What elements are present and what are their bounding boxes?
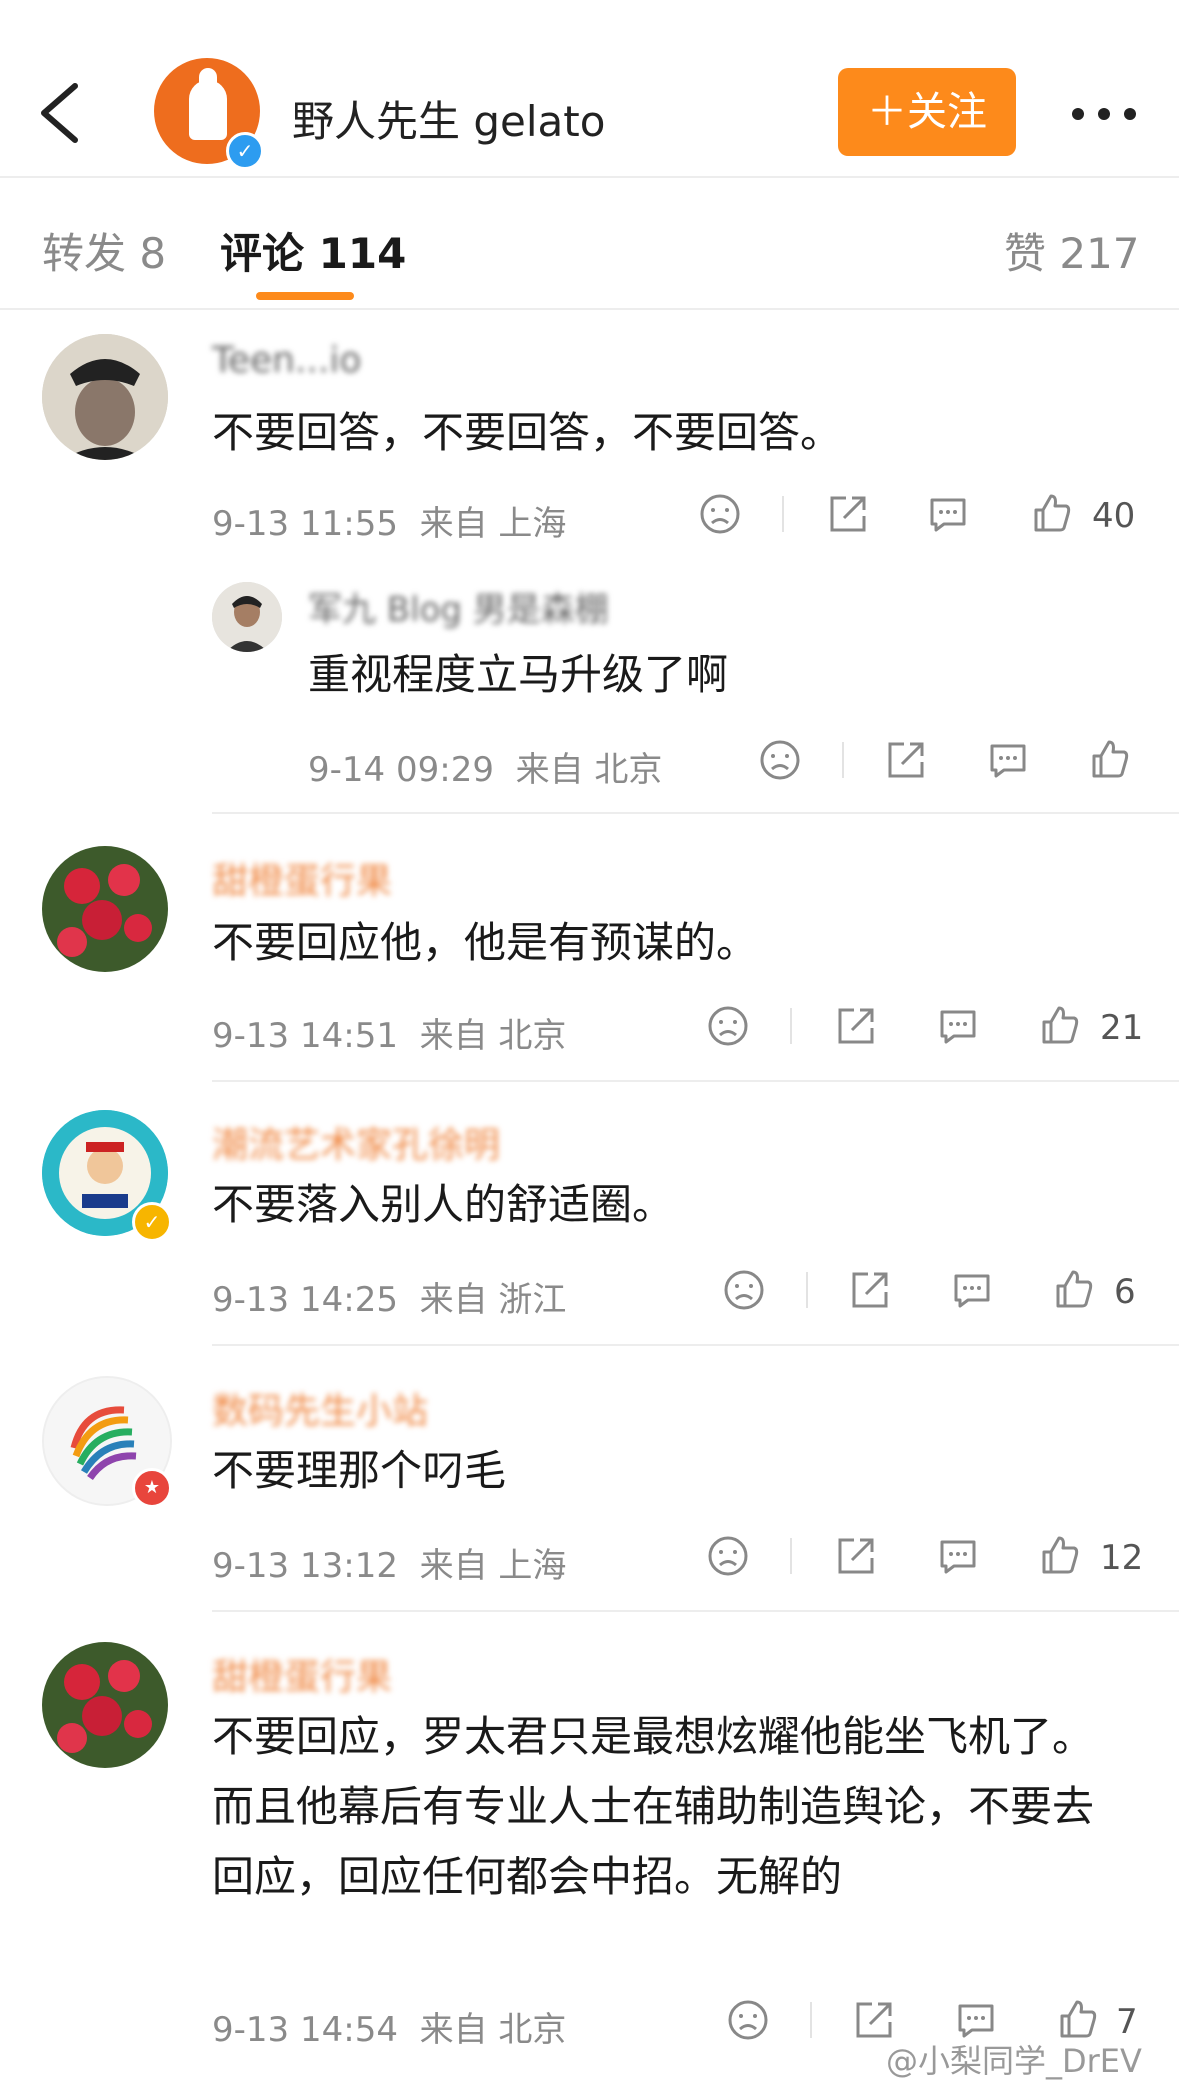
comment-actions: 40 bbox=[0, 492, 1179, 542]
reply-avatar[interactable] bbox=[212, 582, 282, 652]
divider bbox=[790, 1008, 792, 1044]
share-icon[interactable] bbox=[834, 1534, 878, 1578]
dislike-icon[interactable] bbox=[698, 492, 742, 536]
share-icon[interactable] bbox=[848, 1268, 892, 1312]
separator bbox=[212, 812, 1179, 814]
divider bbox=[782, 496, 784, 532]
more-options-icon[interactable] bbox=[1072, 108, 1172, 120]
commenter-avatar[interactable] bbox=[42, 334, 168, 460]
author-name[interactable]: 野人先生 gelato bbox=[292, 88, 605, 149]
reply-username[interactable]: 军九 Blog 男是森棚 bbox=[308, 582, 609, 631]
comment-text: 不要理那个叼毛 bbox=[212, 1446, 507, 1495]
share-icon[interactable] bbox=[826, 492, 870, 536]
dislike-icon[interactable] bbox=[726, 1998, 770, 2042]
separator bbox=[212, 1080, 1179, 1082]
top-bar: ✓ 野人先生 gelato ＋关注 bbox=[0, 0, 1179, 178]
star-badge-icon: ★ bbox=[132, 1468, 172, 1508]
divider bbox=[790, 1538, 792, 1574]
separator bbox=[212, 1610, 1179, 1612]
watermark-text: @小梨同学_DrEV bbox=[886, 2042, 1142, 2080]
comment-text: 不要落入别人的舒适圈。 bbox=[212, 1180, 675, 1229]
like-icon[interactable] bbox=[1030, 492, 1074, 536]
verified-badge-icon: ✓ bbox=[226, 132, 264, 170]
post-tabs: 转发 8 评论 114 赞 217 bbox=[0, 178, 1179, 310]
commenter-avatar[interactable] bbox=[42, 1642, 168, 1768]
verified-badge-icon: ✓ bbox=[132, 1202, 172, 1242]
like-count: 21 bbox=[1100, 1008, 1144, 1048]
commenter-name[interactable]: Teen...io bbox=[212, 340, 361, 381]
like-icon[interactable] bbox=[1088, 738, 1132, 782]
like-icon[interactable] bbox=[1038, 1004, 1082, 1048]
follow-button[interactable]: ＋关注 bbox=[838, 68, 1016, 156]
dislike-icon[interactable] bbox=[758, 738, 802, 782]
comment-icon[interactable] bbox=[950, 1268, 994, 1312]
like-icon[interactable] bbox=[1052, 1268, 1096, 1312]
commenter-name[interactable]: 数码先生小站 bbox=[212, 1382, 428, 1434]
tab-likes[interactable]: 赞 217 bbox=[1004, 220, 1140, 281]
dislike-icon[interactable] bbox=[722, 1268, 766, 1312]
separator bbox=[212, 1344, 1179, 1346]
reply-text: 重视程度立马升级了啊 bbox=[308, 650, 729, 699]
comment-icon[interactable] bbox=[926, 492, 970, 536]
comment-icon[interactable] bbox=[936, 1004, 980, 1048]
comment-text: 不要回答，不要回答，不要回答。 bbox=[212, 408, 843, 457]
back-arrow-icon[interactable] bbox=[30, 78, 90, 148]
comment-actions: 12 bbox=[0, 1534, 1179, 1584]
divider bbox=[842, 742, 844, 778]
active-tab-indicator bbox=[256, 292, 354, 300]
tab-repost[interactable]: 转发 8 bbox=[42, 220, 166, 281]
divider bbox=[810, 2002, 812, 2038]
share-icon[interactable] bbox=[834, 1004, 878, 1048]
reply-actions bbox=[0, 738, 1179, 788]
comment-text: 不要回应，罗太君只是最想炫耀他能坐飞机了。而且他幕后有专业人士在辅助制造舆论，不… bbox=[212, 1712, 1095, 1901]
comment-icon[interactable] bbox=[986, 738, 1030, 782]
share-icon[interactable] bbox=[884, 738, 928, 782]
commenter-name[interactable]: 甜橙蛋行果 bbox=[212, 852, 392, 904]
commenter-name[interactable]: 甜橙蛋行果 bbox=[212, 1648, 392, 1700]
commenter-avatar[interactable] bbox=[42, 846, 168, 972]
tab-comments[interactable]: 评论 114 bbox=[220, 220, 406, 281]
comment-actions: 6 bbox=[0, 1268, 1179, 1318]
like-count: 40 bbox=[1092, 496, 1136, 536]
comment-text: 不要回应他，他是有预谋的。 bbox=[212, 918, 759, 967]
comment-icon[interactable] bbox=[936, 1534, 980, 1578]
divider bbox=[806, 1272, 808, 1308]
commenter-name[interactable]: 潮流艺术家孔徐明 bbox=[212, 1116, 500, 1168]
comment-actions: 21 bbox=[0, 1004, 1179, 1054]
like-icon[interactable] bbox=[1038, 1534, 1082, 1578]
like-count: 12 bbox=[1100, 1538, 1144, 1578]
dislike-icon[interactable] bbox=[706, 1534, 750, 1578]
dislike-icon[interactable] bbox=[706, 1004, 750, 1048]
like-count: 6 bbox=[1114, 1272, 1136, 1312]
